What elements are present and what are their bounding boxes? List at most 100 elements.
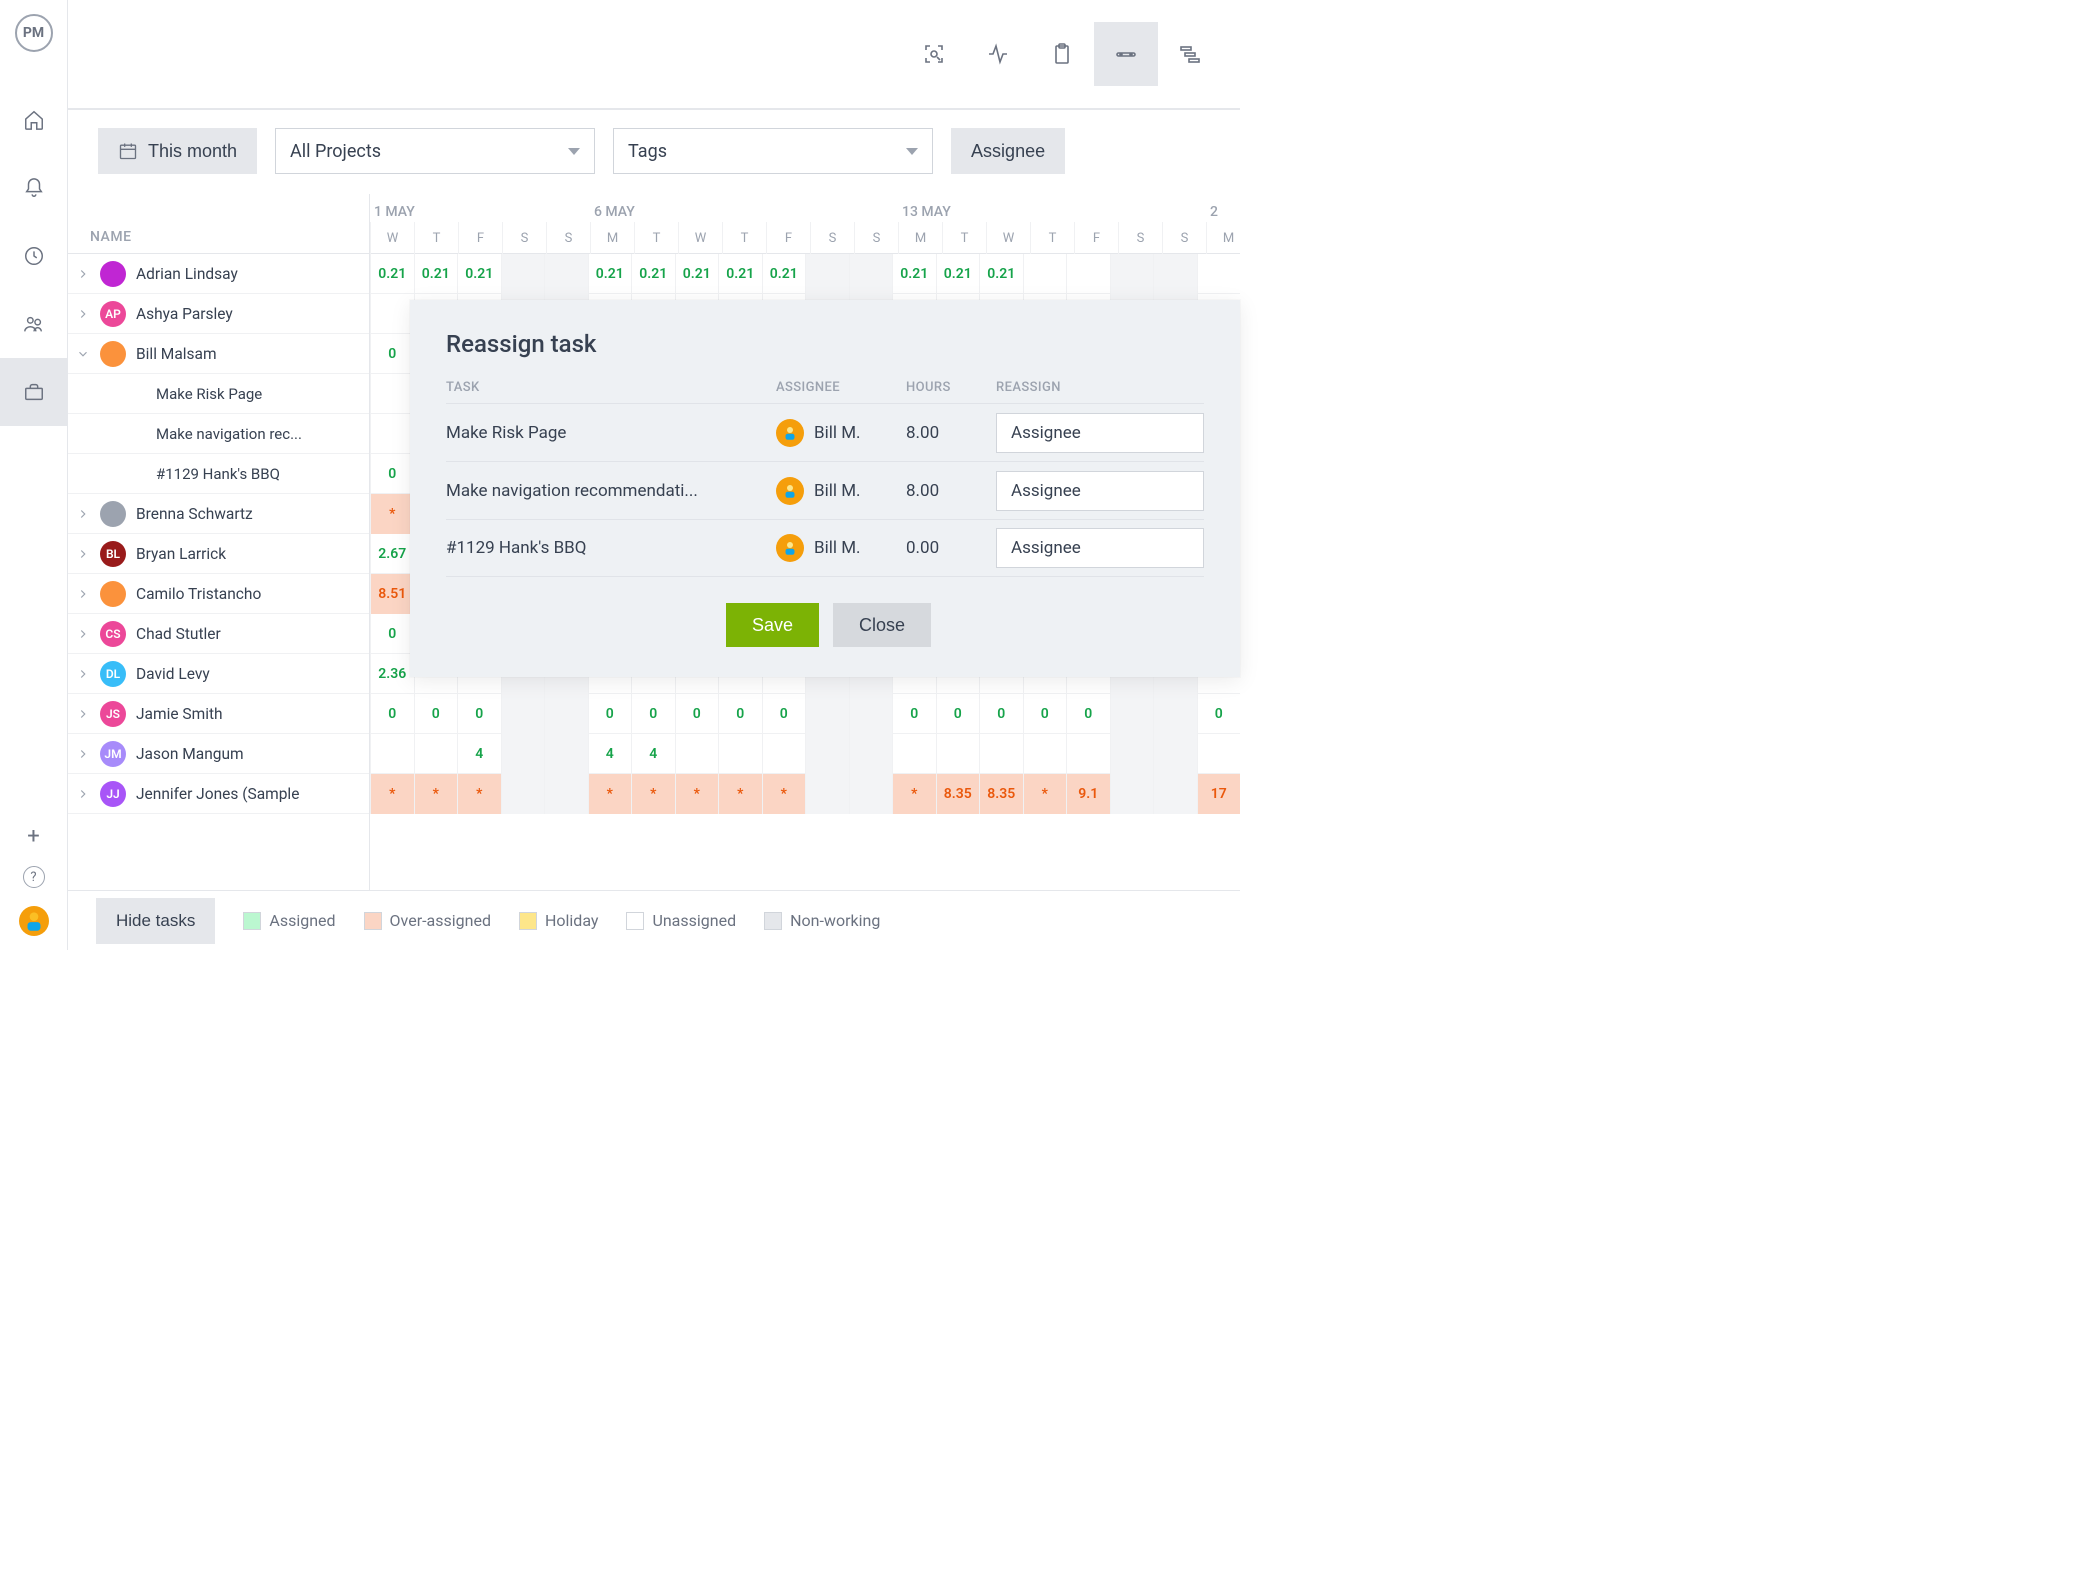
task-row[interactable]: Make Risk Page — [68, 374, 369, 414]
timeline-cell[interactable] — [675, 734, 719, 774]
timeline-cell[interactable] — [1023, 254, 1067, 294]
view-gantt[interactable] — [1158, 22, 1222, 86]
timeline-cell[interactable]: 0.21 — [892, 254, 936, 294]
reassign-select[interactable]: Assignee — [996, 471, 1204, 511]
timeline-cell[interactable] — [1110, 254, 1154, 294]
view-workload[interactable] — [1094, 22, 1158, 86]
timeline-cell[interactable] — [1153, 694, 1197, 734]
timeline-cell[interactable]: 0 — [370, 334, 414, 374]
close-button[interactable]: Close — [833, 603, 931, 647]
timeline-cell[interactable]: 0 — [718, 694, 762, 734]
nav-team[interactable] — [0, 290, 68, 358]
timeline-cell[interactable]: 0 — [675, 694, 719, 734]
timeline-cell[interactable]: 0.21 — [457, 254, 501, 294]
timeline-cell[interactable]: 0 — [892, 694, 936, 734]
help-button[interactable]: ? — [23, 866, 45, 888]
timeline-cell[interactable] — [1066, 254, 1110, 294]
timeline-cell[interactable] — [501, 734, 545, 774]
timeline-cell[interactable] — [805, 734, 849, 774]
timeline-cell[interactable]: 9.1 — [1066, 774, 1110, 814]
timeline-cell[interactable]: 0 — [936, 694, 980, 734]
timeline-cell[interactable]: 0.21 — [936, 254, 980, 294]
timeline-cell[interactable]: * — [762, 774, 806, 814]
view-activity[interactable] — [966, 22, 1030, 86]
timeline-cell[interactable] — [544, 734, 588, 774]
timeline-cell[interactable]: * — [457, 774, 501, 814]
nav-notifications[interactable] — [0, 154, 68, 222]
timeline-cell[interactable] — [805, 774, 849, 814]
tags-filter[interactable]: Tags — [613, 128, 933, 174]
reassign-select[interactable]: Assignee — [996, 528, 1204, 568]
timeline-cell[interactable]: 4 — [457, 734, 501, 774]
timeline-cell[interactable]: 4 — [631, 734, 675, 774]
add-button[interactable]: + — [27, 806, 39, 866]
timeline-cell[interactable] — [370, 414, 414, 454]
timeline-cell[interactable]: * — [1023, 774, 1067, 814]
timeline-cell[interactable]: * — [370, 494, 414, 534]
person-row[interactable]: JSJamie Smith — [68, 694, 369, 734]
timeline-cell[interactable] — [544, 774, 588, 814]
reassign-select[interactable]: Assignee — [996, 413, 1204, 453]
timeline-cell[interactable]: * — [718, 774, 762, 814]
assignee-filter[interactable]: Assignee — [951, 128, 1065, 174]
view-board[interactable] — [1030, 22, 1094, 86]
timeline-cell[interactable]: 0.21 — [588, 254, 632, 294]
person-row[interactable]: APAshya Parsley — [68, 294, 369, 334]
timeline-cell[interactable]: 0 — [457, 694, 501, 734]
timeline-cell[interactable] — [979, 734, 1023, 774]
timeline-cell[interactable]: 0.21 — [979, 254, 1023, 294]
timeline-cell[interactable] — [762, 734, 806, 774]
task-row[interactable]: Make navigation rec... — [68, 414, 369, 454]
timeline-cell[interactable]: * — [370, 774, 414, 814]
timeline-cell[interactable]: 0 — [370, 694, 414, 734]
view-scan[interactable] — [902, 22, 966, 86]
timeline-cell[interactable]: 2.67 — [370, 534, 414, 574]
person-row[interactable]: JMJason Mangum — [68, 734, 369, 774]
nav-home[interactable] — [0, 86, 68, 154]
timeline-cell[interactable]: 0 — [370, 454, 414, 494]
timeline-cell[interactable] — [849, 694, 893, 734]
timeline-cell[interactable]: 0 — [631, 694, 675, 734]
person-row[interactable]: JJJennifer Jones (Sample — [68, 774, 369, 814]
timeline-cell[interactable] — [1023, 734, 1067, 774]
timeline-cell[interactable] — [1066, 734, 1110, 774]
projects-filter[interactable]: All Projects — [275, 128, 595, 174]
timeline-cell[interactable]: * — [631, 774, 675, 814]
person-row[interactable]: Adrian Lindsay — [68, 254, 369, 294]
timeline-cell[interactable] — [544, 254, 588, 294]
timeline-cell[interactable] — [1153, 254, 1197, 294]
timeline-cell[interactable] — [936, 734, 980, 774]
timeline-cell[interactable] — [1110, 774, 1154, 814]
timeline-cell[interactable]: 0.21 — [675, 254, 719, 294]
save-button[interactable]: Save — [726, 603, 819, 647]
timeline-cell[interactable]: 0.21 — [718, 254, 762, 294]
timeline-cell[interactable]: * — [675, 774, 719, 814]
timeline-cell[interactable]: 0.21 — [762, 254, 806, 294]
person-row[interactable]: DLDavid Levy — [68, 654, 369, 694]
timeline-cell[interactable]: 2.36 — [370, 654, 414, 694]
person-row[interactable]: BLBryan Larrick — [68, 534, 369, 574]
timeline-cell[interactable]: 0 — [1197, 694, 1241, 734]
timeline-cell[interactable]: 0 — [414, 694, 458, 734]
current-user-avatar[interactable] — [19, 906, 49, 936]
timeline-cell[interactable]: * — [588, 774, 632, 814]
person-row[interactable]: Brenna Schwartz — [68, 494, 369, 534]
timeline-cell[interactable] — [501, 774, 545, 814]
hide-tasks-button[interactable]: Hide tasks — [96, 898, 215, 944]
period-filter[interactable]: This month — [98, 128, 257, 174]
timeline-cell[interactable] — [1110, 734, 1154, 774]
timeline-cell[interactable]: 0.21 — [370, 254, 414, 294]
timeline-cell[interactable]: 0 — [588, 694, 632, 734]
timeline-cell[interactable]: 0 — [979, 694, 1023, 734]
timeline-cell[interactable] — [1153, 774, 1197, 814]
timeline-cell[interactable]: 17 — [1197, 774, 1241, 814]
timeline-cell[interactable] — [370, 294, 414, 334]
timeline-cell[interactable] — [849, 774, 893, 814]
nav-recent[interactable] — [0, 222, 68, 290]
timeline-cell[interactable]: 0 — [1023, 694, 1067, 734]
timeline-cell[interactable] — [414, 734, 458, 774]
person-row[interactable]: CSChad Stutler — [68, 614, 369, 654]
timeline-cell[interactable]: 0.21 — [414, 254, 458, 294]
timeline-cell[interactable] — [1197, 734, 1241, 774]
timeline-cell[interactable] — [1153, 734, 1197, 774]
